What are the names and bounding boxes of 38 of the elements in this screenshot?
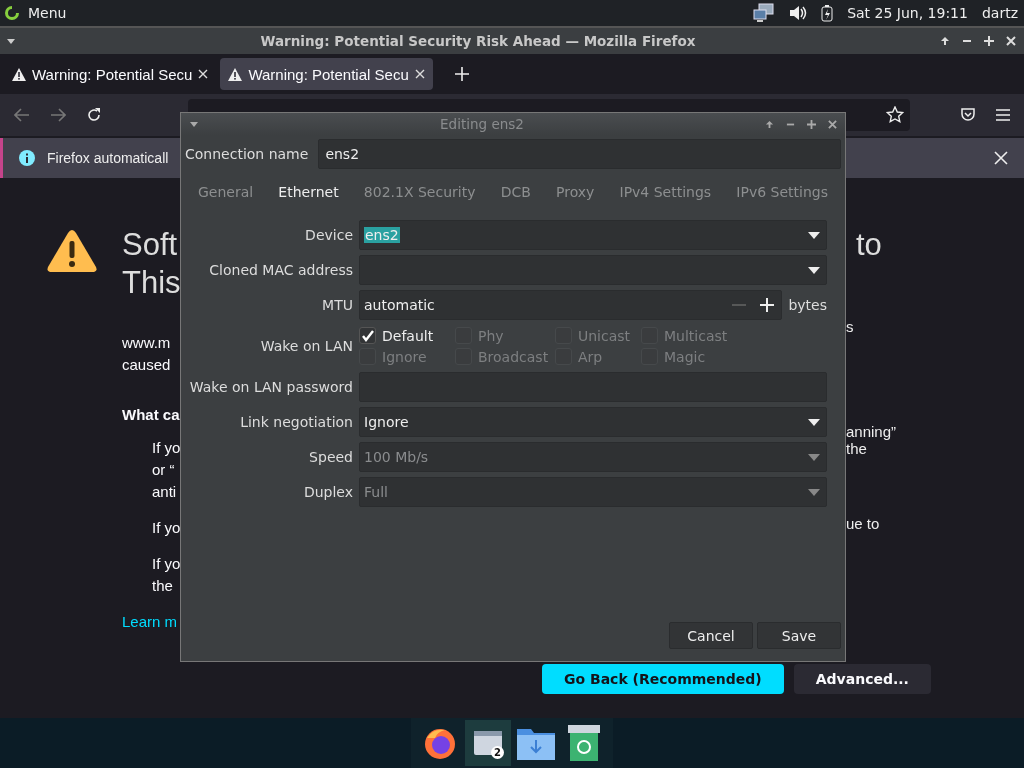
- field-label: Device: [304, 227, 353, 243]
- field-label: MTU: [321, 297, 353, 313]
- field-label: Wake on LAN password: [188, 379, 353, 395]
- page-text: anning”: [846, 423, 897, 440]
- notification-text: Firefox automaticall: [47, 150, 169, 166]
- page-heading: to: [856, 226, 882, 264]
- checkbox-label: Broadcast: [478, 348, 549, 365]
- page-text: or “: [152, 460, 175, 480]
- field-label: Duplex: [302, 484, 353, 500]
- page-text: ue to: [846, 515, 880, 532]
- checkbox-label: Multicast: [664, 327, 728, 344]
- checkbox-label: Phy: [478, 327, 504, 344]
- checkbox-label: Default: [382, 327, 434, 344]
- field-label: Wake on LAN: [259, 338, 353, 354]
- field-label: Speed: [308, 449, 353, 465]
- field-label: Connection name: [185, 146, 309, 162]
- page-text: If yo: [152, 554, 181, 574]
- page-text: anti: [152, 482, 177, 502]
- window-title: Warning: Potential Security Risk Ahead — Mozilla Firefox: [259, 33, 697, 49]
- unit-label: bytes: [788, 297, 827, 313]
- checkbox-label: Magic: [664, 348, 706, 365]
- dialog-title: Editing ens2: [439, 116, 525, 132]
- checkbox-label: Unicast: [578, 327, 631, 344]
- page-text: If yo: [152, 438, 181, 458]
- field-label: Link negotiation: [239, 414, 353, 430]
- page-text: s: [846, 318, 854, 335]
- page-text: www.m: [122, 333, 171, 353]
- checkbox-label: Arp: [578, 348, 603, 365]
- page-text: the: [152, 576, 173, 596]
- page-text: caused: [122, 355, 171, 375]
- window-count-badge: 2: [491, 746, 504, 759]
- checkbox-label: Ignore: [382, 348, 427, 365]
- page-heading: Soft: [122, 226, 178, 264]
- page-text: the: [846, 440, 867, 457]
- field-label: Cloned MAC address: [208, 262, 353, 278]
- page-text: What ca: [122, 406, 180, 423]
- page-heading: This: [122, 264, 181, 302]
- page-text: If yo: [152, 518, 181, 538]
